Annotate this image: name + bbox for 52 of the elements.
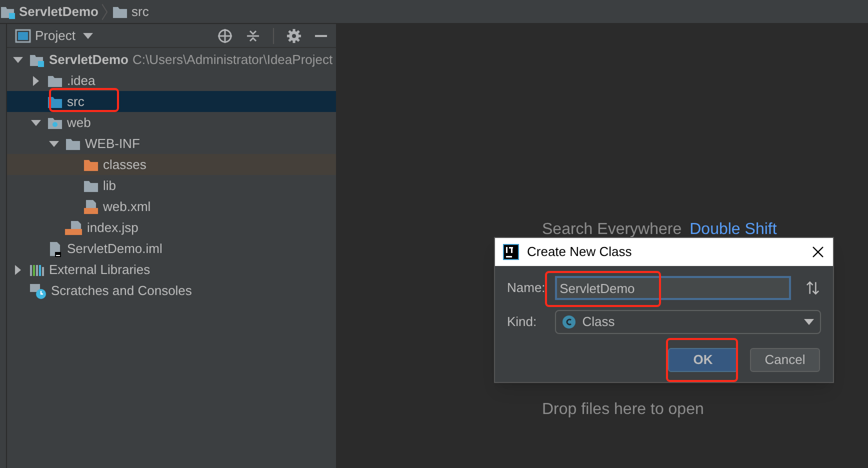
name-field[interactable]: ServletDemo (554, 276, 792, 300)
folder-icon (65, 136, 81, 150)
shortcut-text: Double Shift (690, 220, 777, 240)
ok-button[interactable]: OK (668, 348, 738, 372)
dialog-title: Create New Class (527, 243, 632, 262)
tree-item[interactable]: External Libraries (7, 259, 336, 280)
app-logo-icon (503, 244, 519, 260)
folder-icon (47, 116, 63, 130)
field-label: Name: (507, 279, 546, 298)
expanded-arrow-icon[interactable] (29, 120, 43, 126)
jsp-file-icon (65, 220, 83, 236)
tree-item[interactable]: Scratches and Consoles (7, 280, 336, 301)
tree-item[interactable]: lib (7, 175, 336, 196)
folder-icon (83, 158, 99, 172)
hint-text: Drop files here to open (542, 400, 704, 420)
expanded-arrow-icon[interactable] (11, 56, 25, 62)
settings-icon[interactable] (286, 28, 302, 44)
library-icon (29, 262, 45, 276)
tree-item[interactable]: web.xml (7, 196, 336, 217)
scratch-icon (29, 282, 47, 298)
breadcrumb-item[interactable]: ServletDemo (19, 2, 98, 22)
xml-file-icon (83, 198, 99, 214)
folder-icon (47, 94, 63, 108)
folder-icon (112, 4, 128, 18)
tree-item[interactable]: WEB-INF (7, 133, 336, 154)
project-view-dropdown[interactable]: Project (35, 26, 94, 46)
folder-icon (83, 178, 99, 192)
swap-icon[interactable] (805, 280, 821, 296)
highlight-frame (49, 88, 119, 112)
tree-item[interactable]: classes (7, 154, 336, 175)
class-icon (562, 315, 576, 329)
tree-item[interactable]: index.jsp (7, 217, 336, 238)
close-icon[interactable] (811, 245, 825, 259)
tree-item[interactable]: src (7, 91, 336, 112)
caret-icon (804, 319, 814, 325)
collapse-all-icon[interactable] (245, 28, 261, 44)
tree-item[interactable]: ServletDemo.iml (7, 238, 336, 259)
breadcrumb-item[interactable]: src (131, 2, 149, 22)
tree-item[interactable]: .idea (7, 70, 336, 91)
chevron-icon (102, 4, 108, 20)
expanded-arrow-icon[interactable] (47, 140, 61, 146)
panel-icon (15, 28, 31, 42)
field-label: Kind: (507, 313, 538, 332)
file-icon (47, 240, 63, 256)
folder-icon (47, 74, 63, 88)
locate-icon[interactable] (217, 28, 233, 44)
kind-dropdown[interactable]: Class (555, 310, 821, 334)
tree-item[interactable]: web (7, 112, 336, 133)
tree-item[interactable]: ServletDemo C:\Users\Administrator\IdeaProject (7, 49, 336, 70)
cancel-button[interactable]: Cancel (750, 348, 820, 372)
caret-icon (83, 32, 94, 38)
hint-text: Search Everywhere (542, 220, 682, 240)
